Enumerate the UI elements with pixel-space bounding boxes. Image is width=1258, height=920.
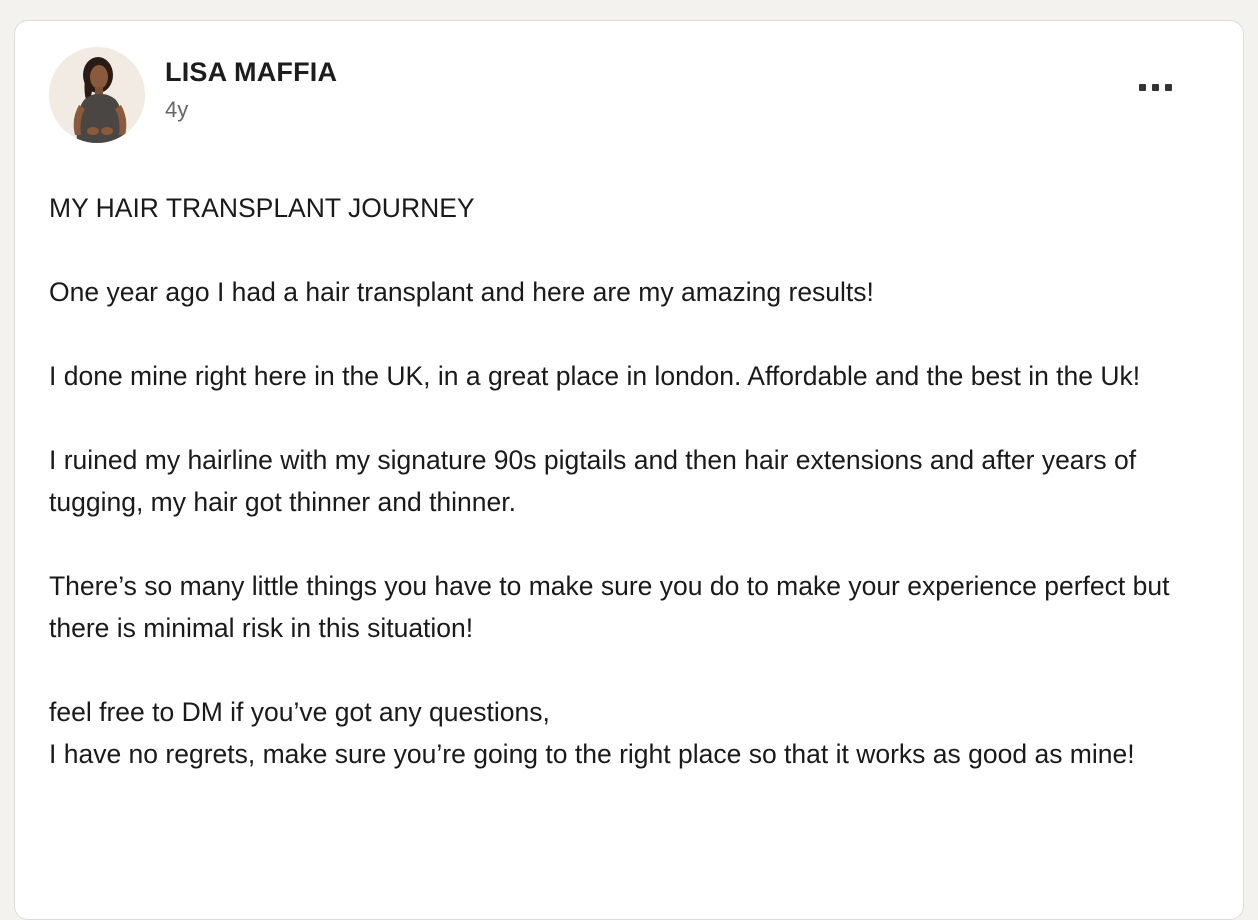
post-paragraph: There’s so many little things you have t… [49,571,1170,643]
post-paragraph: I ruined my hairline with my signature 9… [49,445,1137,517]
ellipsis-icon [1164,83,1172,91]
author-name[interactable]: LISA MAFFIA [165,57,337,88]
author-avatar[interactable] [49,47,145,143]
ellipsis-icon [1138,83,1146,91]
post-headline: MY HAIR TRANSPLANT JOURNEY [49,193,475,223]
post-body: MY HAIR TRANSPLANT JOURNEY One year ago … [49,187,1219,817]
post-paragraph: One year ago I had a hair transplant and… [49,277,874,307]
post-closing-line: feel free to DM if you’ve got any questi… [49,697,550,727]
avatar-photo-icon [49,47,145,143]
post-paragraph: I done mine right here in the UK, in a g… [49,361,1141,391]
post-closing: feel free to DM if you’ve got any questi… [49,691,1219,775]
more-options-button[interactable] [1123,71,1187,103]
ellipsis-icon [1151,83,1159,91]
post-timestamp: 4y [165,97,189,122]
post-card: LISA MAFFIA 4y MY HAIR TRANSPLANT JOURNE… [14,20,1244,920]
post-closing-line: I have no regrets, make sure you’re goin… [49,739,1135,769]
